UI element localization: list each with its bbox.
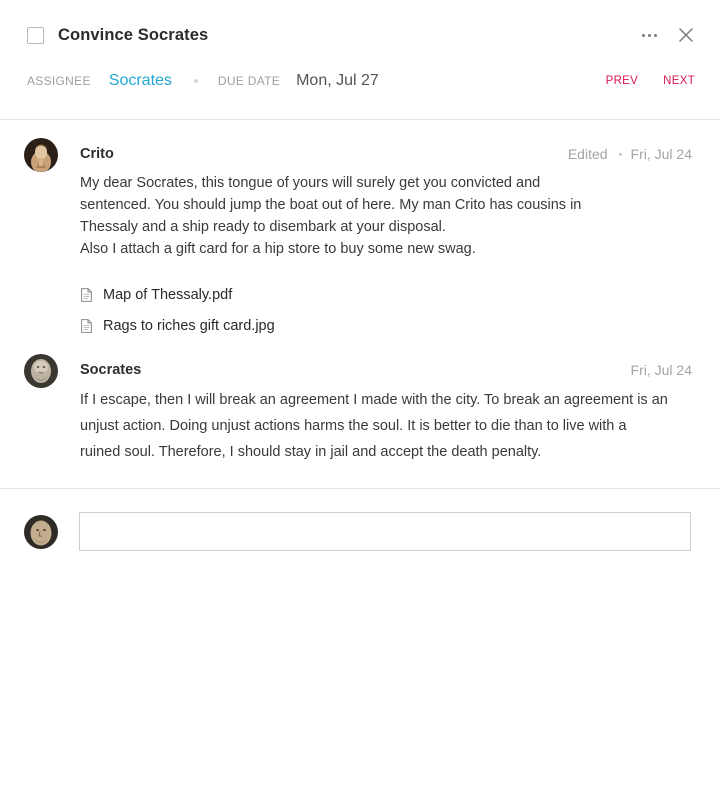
due-date-value[interactable]: Mon, Jul 27 [296, 72, 379, 90]
separator-dot [193, 79, 198, 83]
comment-meta: Fri, Jul 24 [631, 362, 692, 378]
comment-header: Crito Edited Fri, Jul 24 [80, 138, 692, 170]
comment-author[interactable]: Crito [80, 146, 114, 162]
close-icon[interactable] [679, 28, 693, 42]
due-date-label: DUE DATE [217, 74, 281, 88]
comment-paragraph: My dear Socrates, this tongue of yours w… [80, 175, 582, 235]
comment-text: If I escape, then I will break an agreem… [80, 392, 668, 460]
comment-composer [0, 489, 720, 579]
comment-thread: Crito Edited Fri, Jul 24 My dear Socrate… [0, 120, 720, 489]
attachment-name[interactable]: Map of Thessaly.pdf [103, 287, 232, 303]
more-options-icon[interactable] [640, 30, 659, 41]
document-icon [81, 318, 92, 333]
attachment-name[interactable]: Rags to riches gift card.jpg [103, 318, 275, 334]
avatar [24, 354, 58, 388]
task-header: Convince Socrates ASSIGNEE Socrates DUE … [0, 0, 720, 120]
attachment-item[interactable]: Rags to riches gift card.jpg [80, 310, 692, 341]
comment-date: Fri, Jul 24 [630, 362, 692, 378]
comment-meta: Edited Fri, Jul 24 [568, 146, 692, 162]
document-icon [81, 287, 92, 302]
attachment-item[interactable]: Map of Thessaly.pdf [80, 279, 692, 310]
comment-date: Fri, Jul 24 [630, 146, 692, 162]
task-detail-panel: Convince Socrates ASSIGNEE Socrates DUE … [0, 0, 720, 807]
avatar [24, 138, 58, 172]
comment-paragraph: Also I attach a gift card for a hip stor… [80, 241, 476, 257]
task-meta-row: ASSIGNEE Socrates DUE DATE Mon, Jul 27 P… [27, 68, 695, 94]
current-user-avatar [24, 515, 58, 549]
prev-button[interactable]: PREV [606, 75, 639, 87]
title-actions [640, 28, 693, 42]
comment-input[interactable] [79, 512, 691, 551]
comment-body: Socrates Fri, Jul 24 If I escape, then I… [80, 354, 692, 465]
task-nav: PREV NEXT [606, 75, 695, 87]
task-title: Convince Socrates [58, 25, 209, 44]
complete-checkbox-icon[interactable] [27, 26, 44, 44]
comment-body: Crito Edited Fri, Jul 24 My dear Socrate… [80, 138, 692, 341]
comment-author[interactable]: Socrates [80, 362, 141, 378]
attachment-list: Map of Thessaly.pdf Rags to riches gift … [80, 279, 692, 341]
assignee-label: ASSIGNEE [27, 74, 91, 88]
comment-header: Socrates Fri, Jul 24 [80, 354, 692, 386]
title-row: Convince Socrates [27, 22, 693, 48]
separator-dot [618, 152, 622, 156]
edited-label: Edited [567, 146, 608, 162]
comment-text: My dear Socrates, this tongue of yours w… [80, 172, 610, 260]
next-button[interactable]: NEXT [663, 75, 695, 87]
assignee-link[interactable]: Socrates [109, 72, 172, 90]
